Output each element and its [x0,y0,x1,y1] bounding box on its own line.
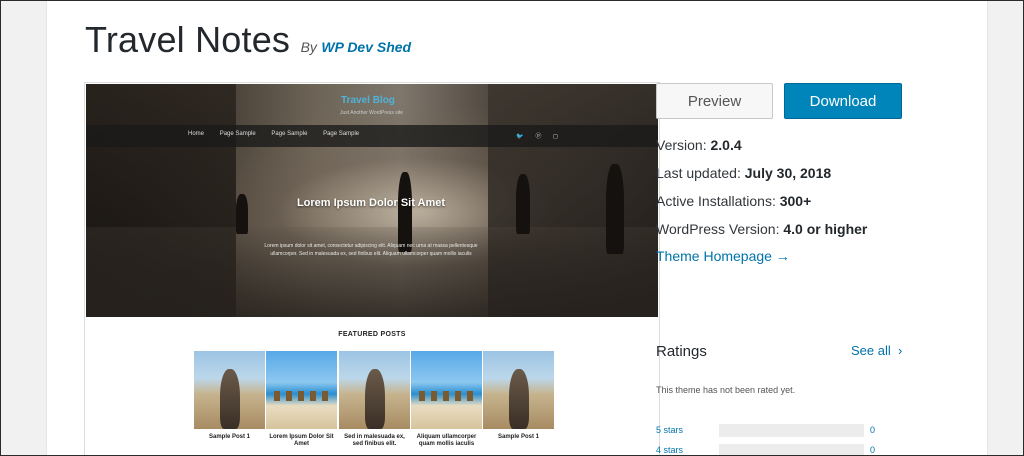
rating-row: 5 stars 0 [656,424,906,438]
theme-title: Travel Notes [85,19,291,60]
preview-post: Sed in malesuada ex, sed finibus elit. [339,351,410,448]
hero-street [86,227,658,317]
by-label: By [300,39,317,55]
post-thumbnail [411,351,482,429]
preview-hero-text: ullamcorper. Sed in malesuada ex, sed fi… [270,251,472,257]
hero-person [398,172,412,252]
hero-person [606,164,624,254]
not-rated-text: This theme has not been rated yet. [656,385,796,395]
instagram-icon: ◻ [553,134,558,140]
post-caption: Sed in malesuada ex, sed finibus elit. [344,434,405,447]
theme-homepage-link[interactable]: Theme Homepage → [656,248,790,264]
chevron-right-icon: › [894,343,903,358]
twitter-icon: 🐦 [516,134,524,140]
version-value: 2.0.4 [710,137,742,153]
preview-posts: Sample Post 1 Lorem Ipsum Dolor Sit Amet… [194,351,554,455]
preview-button[interactable]: Preview [656,83,773,119]
post-thumbnail [194,351,265,429]
updated-info: Last updated: July 30, 2018 [656,165,831,181]
installs-value: 300+ [779,193,812,209]
post-thumbnail [483,351,554,429]
see-all-label: See all [851,343,891,358]
preview-hero-heading: Lorem Ipsum Dolor Sit Amet [296,197,446,209]
post-caption: Aliquam ullamcorper quam mollis iaculis [416,434,477,447]
preview-nav-item: Home [188,131,205,137]
preview-nav-item: Page Sample [219,131,256,137]
version-label: Version: [656,137,707,153]
wp-version-label: WordPress Version: [656,221,780,237]
preview-post: Aliquam ullamcorper quam mollis iaculis [411,351,482,448]
post-caption: Sample Post 1 [208,434,250,440]
preview-nav-item: Page Sample [271,131,308,137]
pinterest-icon: ⓟ [535,134,542,140]
preview-hero-text: Lorem ipsum dolor sit amet, consectetur … [264,243,478,249]
preview-featured-heading: FEATURED POSTS [338,331,406,338]
title-row: Travel Notes By WP Dev Shed [85,19,411,61]
rating-stars-link[interactable]: 4 stars [656,445,683,455]
ratings-heading: Ratings [656,343,707,360]
author-link[interactable]: WP Dev Shed [321,39,411,55]
preview-post: Sample Post 1 [483,351,554,441]
wp-version-value: 4.0 or higher [783,221,868,237]
rating-bar [719,424,864,437]
updated-value: July 30, 2018 [744,165,832,181]
theme-screenshot: Travel Blog Just Another WordPress site … [84,82,660,455]
version-info: Version: 2.0.4 [656,137,742,153]
preview-navbar: Home Page Sample Page Sample Page Sample… [86,125,658,147]
preview-post: Lorem Ipsum Dolor Sit Amet [266,351,337,448]
download-button[interactable]: Download [784,83,902,119]
rating-count: 0 [870,425,876,435]
rating-count: 0 [870,445,876,455]
preview-nav-item: Page Sample [323,131,360,137]
wp-version-info: WordPress Version: 4.0 or higher [656,221,867,237]
post-thumbnail [339,351,410,429]
rating-stars-link[interactable]: 5 stars [656,425,683,435]
post-caption: Lorem Ipsum Dolor Sit Amet [269,434,334,447]
preview-site-description: Just Another WordPress site [340,110,403,116]
post-caption: Sample Post 1 [497,434,539,440]
page-frame: Travel Notes By WP Dev Shed Travel Blog … [0,0,1024,456]
preview-post: Sample Post 1 [194,351,265,441]
see-all-link[interactable]: See all › [851,343,902,358]
updated-label: Last updated: [656,165,741,181]
installs-info: Active Installations: 300+ [656,193,811,209]
rating-bar [719,444,864,455]
preview-site-title: Travel Blog [341,95,395,106]
rating-row: 4 stars 0 [656,444,906,455]
installs-label: Active Installations: [656,193,776,209]
post-thumbnail [266,351,337,429]
